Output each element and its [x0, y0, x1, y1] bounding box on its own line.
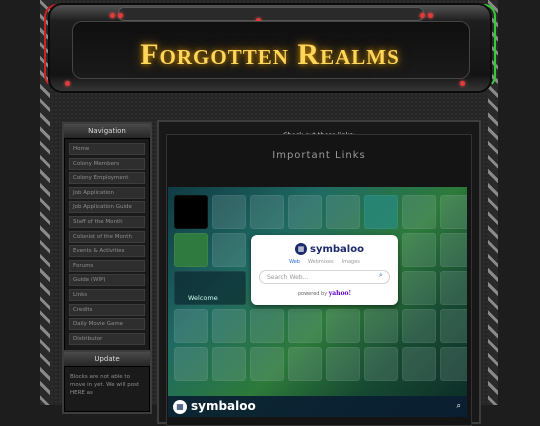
tile[interactable]: [326, 195, 360, 229]
tile[interactable]: [250, 309, 284, 343]
header-led: [118, 13, 123, 18]
header-led: [420, 13, 425, 18]
nav-item-events-activities[interactable]: Events & Activities: [69, 245, 145, 258]
tile[interactable]: [440, 309, 467, 343]
tile[interactable]: [440, 233, 467, 267]
tab-images[interactable]: Images: [342, 259, 360, 265]
tile[interactable]: [326, 309, 360, 343]
tile[interactable]: [440, 347, 467, 381]
tile[interactable]: [326, 347, 360, 381]
nav-item-staff-of-the-month[interactable]: Staff of the Month: [69, 215, 145, 228]
update-text: Blocks are not able to move in yet. We w…: [70, 374, 140, 396]
footer-wordmark: symbaloo: [191, 399, 256, 413]
page-heading: Important Links: [272, 150, 366, 161]
tile[interactable]: [174, 309, 208, 343]
nav-item-colony-members[interactable]: Colony Members: [69, 157, 145, 170]
tile[interactable]: [402, 195, 436, 229]
site-title: Forgotten Realms: [140, 38, 400, 71]
tile[interactable]: [364, 309, 398, 343]
tile[interactable]: [440, 195, 467, 229]
tile[interactable]: [364, 347, 398, 381]
tile[interactable]: [212, 233, 246, 267]
navigation-list: Home Colony Members Colony Employment Jo…: [64, 139, 150, 353]
symbaloo-grid-icon: ▦: [295, 243, 307, 255]
nav-item-daily-movie-game[interactable]: Daily Movie Game: [69, 318, 145, 331]
header-top-strip: [118, 7, 424, 21]
tile[interactable]: [402, 347, 436, 381]
nav-item-forums[interactable]: Forums: [69, 259, 145, 272]
powered-by-label: powered by: [297, 291, 328, 297]
yahoo-logo: yahoo!: [328, 290, 352, 297]
symbaloo-wordmark: symbaloo: [310, 243, 364, 255]
nav-item-colony-employment[interactable]: Colony Employment: [69, 172, 145, 185]
nav-item-colonist-of-the-month[interactable]: Colonist of the Month: [69, 230, 145, 243]
symbaloo-footer: ▦ symbaloo ⌕: [168, 396, 467, 417]
tile[interactable]: [402, 309, 436, 343]
symbaloo-grid-icon: ▦: [173, 400, 187, 414]
powered-by: powered by yahoo!: [251, 290, 398, 297]
tile[interactable]: [288, 347, 322, 381]
navigation-box: Navigation Home Colony Members Colony Em…: [62, 122, 152, 356]
nav-item-links[interactable]: Links: [69, 288, 145, 301]
tile[interactable]: [402, 233, 436, 267]
tab-web[interactable]: Web: [289, 259, 300, 265]
nav-item-guide[interactable]: Guide (WIP): [69, 274, 145, 287]
tab-webmixes[interactable]: Webmixes: [308, 259, 334, 265]
header-led: [110, 13, 115, 18]
tile[interactable]: [288, 309, 322, 343]
symbaloo-embed[interactable]: Welcome ▦ symbaloo Web Webmixes Images S…: [168, 187, 467, 417]
nav-item-distributor[interactable]: Distributor: [69, 332, 145, 345]
search-icon[interactable]: ⌕: [457, 401, 461, 411]
main-content: Check out these links: Important Links: [157, 120, 481, 426]
search-tabs: Web Webmixes Images: [251, 259, 398, 265]
tile[interactable]: [212, 309, 246, 343]
nav-item-home[interactable]: Home: [69, 143, 145, 155]
tile[interactable]: [212, 195, 246, 229]
nav-item-credits[interactable]: Credits: [69, 303, 145, 316]
search-input[interactable]: Search Web...: [259, 270, 390, 284]
navigation-title: Navigation: [64, 124, 150, 139]
tile[interactable]: [440, 271, 467, 305]
header-led: [65, 81, 70, 86]
symbaloo-logo: ▦ symbaloo: [295, 243, 364, 255]
tile-image[interactable]: [174, 233, 208, 267]
nav-item-job-application[interactable]: Job Application: [69, 186, 145, 199]
tile[interactable]: [288, 195, 322, 229]
header-led: [460, 81, 465, 86]
update-title: Update: [64, 352, 150, 367]
nav-item-job-application-guide[interactable]: Job Application Guide: [69, 201, 145, 214]
header-led: [428, 13, 433, 18]
tile[interactable]: [250, 195, 284, 229]
tile-arrow[interactable]: [364, 195, 398, 229]
search-icon[interactable]: ⌕: [379, 271, 392, 280]
tile[interactable]: [250, 347, 284, 381]
tile-dark[interactable]: [174, 195, 208, 229]
symbaloo-search-card: ▦ symbaloo Web Webmixes Images Search We…: [251, 235, 398, 305]
tile[interactable]: [212, 347, 246, 381]
update-box: Update Blocks are not able to move in ye…: [62, 350, 152, 414]
welcome-label: Welcome: [188, 294, 218, 302]
tile[interactable]: [402, 271, 436, 305]
tile[interactable]: [174, 347, 208, 381]
